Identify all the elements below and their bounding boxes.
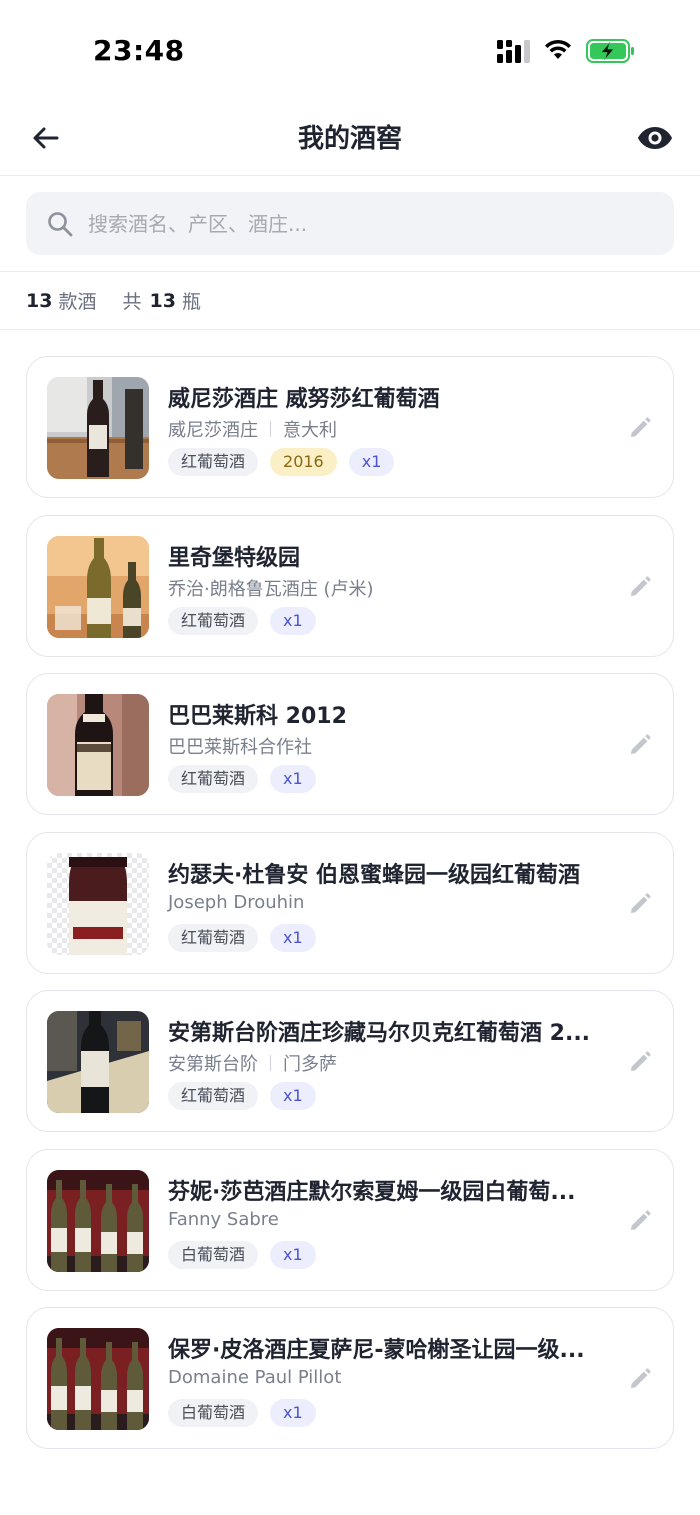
- pencil-icon: [631, 1368, 651, 1388]
- pencil-icon: [631, 734, 651, 754]
- pencil-icon: [631, 1209, 651, 1230]
- wine-tags: 红葡萄酒 x1: [168, 606, 316, 635]
- battery-charging-icon: [586, 39, 634, 63]
- total-count: 13: [149, 289, 176, 312]
- wine-name: 保罗·皮洛酒庄夏萨尼-蒙哈榭圣让园一级...: [168, 1338, 585, 1363]
- pencil-icon: [631, 417, 651, 437]
- wine-producer-line: 乔治·朗格鲁瓦酒庄 (卢米): [168, 575, 374, 601]
- wine-name: 芬妮·莎芭酒庄默尔索夏姆一级园白葡萄...: [168, 1179, 576, 1205]
- wine-photo: [47, 852, 149, 955]
- cellar-summary: 13 款酒 共 13 瓶: [0, 272, 700, 330]
- wine-photo: [47, 377, 149, 479]
- wine-type-badge: 白葡萄酒: [168, 1399, 259, 1427]
- edit-button[interactable]: [625, 1364, 655, 1394]
- search-icon: [48, 212, 73, 237]
- wine-photo: [47, 694, 149, 796]
- wine-producer: Fanny Sabre: [168, 1208, 279, 1230]
- wine-region: 意大利: [283, 420, 337, 441]
- nav-bar: 我的酒窖: [0, 100, 700, 176]
- wine-photo: [47, 1169, 149, 1272]
- wine-quantity-badge: x1: [270, 923, 316, 952]
- wine-producer: Joseph Drouhin: [168, 891, 305, 913]
- wine-region: 门多萨: [283, 1054, 337, 1075]
- wine-tags: 红葡萄酒 x1: [168, 765, 316, 793]
- wine-producer-line: Fanny Sabre: [168, 1209, 279, 1230]
- eye-icon: [638, 127, 672, 149]
- pencil-icon: [631, 1051, 651, 1071]
- types-unit: 款酒: [58, 291, 97, 313]
- wine-quantity-badge: x1: [348, 448, 395, 476]
- wine-type-badge: 红葡萄酒: [168, 923, 259, 952]
- wine-type-badge: 红葡萄酒: [168, 606, 259, 635]
- wine-tags: 红葡萄酒 2016 x1: [168, 448, 395, 476]
- wine-producer: 安第斯台阶: [168, 1054, 258, 1075]
- wine-producer-line: 安第斯台阶 门多萨: [168, 1050, 337, 1076]
- wine-list: 威尼莎酒庄 威努莎红葡萄酒 威尼莎酒庄 意大利 红葡萄酒 2016 x1 里奇堡…: [26, 356, 674, 1466]
- edit-button[interactable]: [625, 730, 655, 760]
- wine-tags: 白葡萄酒 x1: [168, 1240, 316, 1269]
- wine-quantity-badge: x1: [270, 1399, 316, 1427]
- wifi-icon: [545, 39, 571, 59]
- wine-name: 威尼莎酒庄 威努莎红葡萄酒: [168, 387, 440, 412]
- wine-card[interactable]: 威尼莎酒庄 威努莎红葡萄酒 威尼莎酒庄 意大利 红葡萄酒 2016 x1: [26, 356, 674, 498]
- wine-producer: 威尼莎酒庄: [168, 420, 258, 441]
- wine-name: 里奇堡特级园: [168, 545, 301, 571]
- wine-type-badge: 红葡萄酒: [168, 448, 259, 476]
- wine-photo: [47, 535, 149, 638]
- types-count: 13: [26, 289, 53, 312]
- wine-type-badge: 白葡萄酒: [168, 1240, 259, 1269]
- wine-tags: 红葡萄酒 x1: [168, 1082, 316, 1110]
- search-bar[interactable]: [26, 192, 674, 255]
- edit-button[interactable]: [625, 572, 655, 602]
- wine-card[interactable]: 保罗·皮洛酒庄夏萨尼-蒙哈榭圣让园一级... Domaine Paul Pill…: [26, 1307, 674, 1449]
- edit-button[interactable]: [625, 889, 655, 919]
- status-bar: 23:48: [0, 0, 700, 100]
- wine-quantity-badge: x1: [270, 1082, 316, 1110]
- wine-producer-line: 巴巴莱斯科合作社: [168, 733, 312, 759]
- pencil-icon: [631, 892, 651, 913]
- wine-tags: 白葡萄酒 x1: [168, 1399, 316, 1427]
- edit-button[interactable]: [625, 1047, 655, 1077]
- wine-producer-line: Joseph Drouhin: [168, 892, 304, 913]
- cellular-signal-icon: [497, 40, 530, 63]
- wine-type-badge: 红葡萄酒: [168, 765, 259, 793]
- wine-card[interactable]: 里奇堡特级园 乔治·朗格鲁瓦酒庄 (卢米) 红葡萄酒 x1: [26, 514, 674, 657]
- edit-button[interactable]: [625, 1206, 655, 1236]
- wine-producer: Domaine Paul Pillot: [168, 1367, 342, 1388]
- edit-button[interactable]: [625, 413, 655, 443]
- wine-card[interactable]: 芬妮·莎芭酒庄默尔索夏姆一级园白葡萄... Fanny Sabre 白葡萄酒 x…: [26, 1148, 674, 1291]
- wine-quantity-badge: x1: [270, 765, 316, 793]
- wine-producer-line: 威尼莎酒庄 意大利: [168, 416, 337, 442]
- divider: [270, 1055, 271, 1071]
- wine-type-badge: 红葡萄酒: [168, 1082, 259, 1110]
- wine-card[interactable]: 约瑟夫·杜鲁安 伯恩蜜蜂园一级园红葡萄酒 Joseph Drouhin 红葡萄酒…: [26, 831, 674, 974]
- wine-name: 约瑟夫·杜鲁安 伯恩蜜蜂园一级园红葡萄酒: [168, 862, 581, 888]
- wine-producer: 乔治·朗格鲁瓦酒庄 (卢米): [168, 578, 374, 600]
- wine-photo: [47, 1011, 149, 1113]
- wine-photo: [47, 1328, 149, 1430]
- wine-vintage-badge: 2016: [270, 448, 337, 476]
- visibility-toggle-button[interactable]: [632, 116, 678, 160]
- status-time: 23:48: [93, 34, 185, 67]
- total-prefix: 共: [122, 291, 142, 313]
- pencil-icon: [631, 575, 651, 596]
- wine-producer-line: Domaine Paul Pillot: [168, 1367, 341, 1388]
- total-unit: 瓶: [181, 291, 201, 313]
- wine-name: 安第斯台阶酒庄珍藏马尔贝克红葡萄酒 2...: [168, 1021, 591, 1046]
- wine-tags: 红葡萄酒 x1: [168, 923, 316, 952]
- search-input[interactable]: [88, 192, 648, 255]
- wine-card[interactable]: 巴巴莱斯科 2012 巴巴莱斯科合作社 红葡萄酒 x1: [26, 673, 674, 815]
- divider: [270, 421, 271, 437]
- wine-quantity-badge: x1: [270, 1240, 316, 1269]
- page-title: 我的酒窖: [297, 124, 402, 154]
- wine-producer: 巴巴莱斯科合作社: [168, 737, 312, 758]
- wine-name: 巴巴莱斯科 2012: [168, 704, 347, 729]
- search-section: [0, 176, 700, 272]
- wine-card[interactable]: 安第斯台阶酒庄珍藏马尔贝克红葡萄酒 2... 安第斯台阶 门多萨 红葡萄酒 x1: [26, 990, 674, 1132]
- wine-quantity-badge: x1: [270, 606, 316, 635]
